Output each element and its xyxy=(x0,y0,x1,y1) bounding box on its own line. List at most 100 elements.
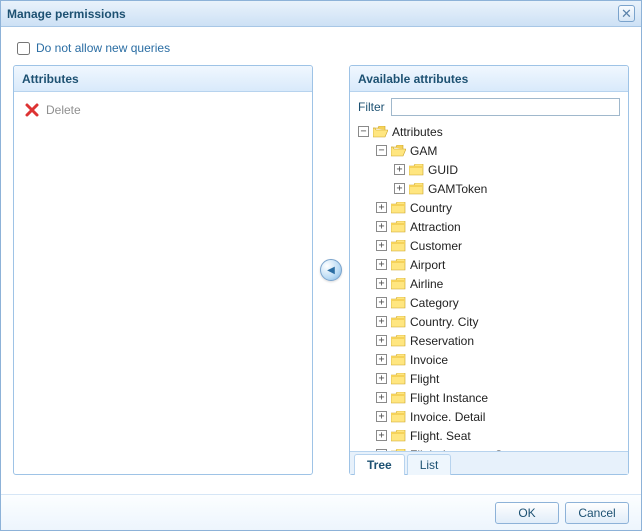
tree-node-label: Flight. Seat xyxy=(410,429,471,443)
titlebar: Manage permissions ✕ xyxy=(1,1,641,27)
expand-icon[interactable]: + xyxy=(376,430,387,441)
columns: Attributes Delete ◀ Available attributes xyxy=(13,65,629,475)
arrow-left-icon: ◀ xyxy=(327,265,335,276)
expand-icon[interactable]: + xyxy=(394,183,405,194)
available-panel: Available attributes Filter −Attributes−… xyxy=(349,65,629,475)
expand-icon[interactable]: + xyxy=(376,259,387,270)
filter-label: Filter xyxy=(358,100,385,114)
available-header: Available attributes xyxy=(350,66,628,92)
folder-closed-icon xyxy=(391,430,406,442)
tree-node-label: Flight Instance xyxy=(410,391,488,405)
folder-closed-icon xyxy=(409,183,424,195)
folder-open-icon xyxy=(391,145,406,157)
delete-label: Delete xyxy=(46,103,81,117)
tab-list[interactable]: List xyxy=(407,454,452,475)
delete-icon xyxy=(24,102,40,118)
folder-closed-icon xyxy=(391,392,406,404)
filter-input[interactable] xyxy=(391,98,620,116)
tree-node-label: Category xyxy=(410,296,459,310)
folder-closed-icon xyxy=(391,202,406,214)
ok-button[interactable]: OK xyxy=(495,502,559,524)
expand-icon[interactable]: + xyxy=(376,373,387,384)
attributes-panel: Attributes Delete xyxy=(13,65,313,475)
expand-icon[interactable]: + xyxy=(376,335,387,346)
collapse-icon[interactable]: − xyxy=(376,145,387,156)
tree-node-label: Flight xyxy=(410,372,439,386)
expand-icon[interactable]: + xyxy=(376,221,387,232)
tree-node-label: GAM xyxy=(410,144,437,158)
tree-node-label: GUID xyxy=(428,163,458,177)
tree-node-label: Reservation xyxy=(410,334,474,348)
tree-node[interactable]: − GAM xyxy=(376,141,620,160)
tree-node[interactable]: + GAMToken xyxy=(394,179,620,198)
tree-node-label: Attributes xyxy=(392,125,443,139)
close-icon: ✕ xyxy=(621,7,632,20)
expand-icon[interactable]: + xyxy=(376,278,387,289)
no-new-queries-checkbox[interactable] xyxy=(17,42,30,55)
dialog-footer: OK Cancel xyxy=(1,494,641,530)
expand-icon[interactable]: + xyxy=(376,240,387,251)
cancel-button[interactable]: Cancel xyxy=(565,502,629,524)
tree-node[interactable]: + Category xyxy=(376,293,620,312)
tree-node-label: Attraction xyxy=(410,220,461,234)
tree-node[interactable]: + Flight Instance xyxy=(376,388,620,407)
dialog: Manage permissions ✕ Do not allow new qu… xyxy=(0,0,642,531)
tree-node[interactable]: + GUID xyxy=(394,160,620,179)
expand-icon[interactable]: + xyxy=(376,392,387,403)
attributes-body: Delete xyxy=(14,92,312,474)
no-new-queries-row[interactable]: Do not allow new queries xyxy=(13,37,629,65)
tree-node-label: Country. City xyxy=(410,315,478,329)
expand-icon[interactable]: + xyxy=(376,411,387,422)
tree-node[interactable]: + Reservation xyxy=(376,331,620,350)
expand-icon[interactable]: + xyxy=(376,354,387,365)
no-new-queries-label: Do not allow new queries xyxy=(36,41,170,55)
collapse-icon[interactable]: − xyxy=(358,126,369,137)
folder-closed-icon xyxy=(391,335,406,347)
tree-node[interactable]: + Country xyxy=(376,198,620,217)
arrow-gap: ◀ xyxy=(313,65,349,475)
attribute-tree[interactable]: −Attributes−GAM+GUID+GAMToken+Country+At… xyxy=(358,122,620,451)
tree-node-label: Country xyxy=(410,201,452,215)
tree-node-label: Airline xyxy=(410,277,443,291)
folder-open-icon xyxy=(373,126,388,138)
expand-icon[interactable]: + xyxy=(376,297,387,308)
tree-node[interactable]: + Invoice. Detail xyxy=(376,407,620,426)
close-button[interactable]: ✕ xyxy=(618,5,635,22)
move-left-button[interactable]: ◀ xyxy=(320,259,342,281)
tree-node[interactable]: + Flight. Seat xyxy=(376,426,620,445)
folder-closed-icon xyxy=(391,316,406,328)
expand-icon[interactable]: + xyxy=(376,316,387,327)
tree-node[interactable]: − Attributes xyxy=(358,122,620,141)
tree-node[interactable]: + Attraction xyxy=(376,217,620,236)
folder-closed-icon xyxy=(391,259,406,271)
folder-closed-icon xyxy=(391,240,406,252)
delete-button[interactable]: Delete xyxy=(22,98,304,122)
filter-row: Filter xyxy=(358,98,620,116)
folder-closed-icon xyxy=(391,297,406,309)
tree-node[interactable]: + Airport xyxy=(376,255,620,274)
dialog-body: Do not allow new queries Attributes Dele… xyxy=(1,27,641,475)
attributes-header: Attributes xyxy=(14,66,312,92)
tree-node[interactable]: + Invoice xyxy=(376,350,620,369)
tree-node-label: Invoice. Detail xyxy=(410,410,485,424)
folder-closed-icon xyxy=(409,164,424,176)
tree-node[interactable]: + Country. City xyxy=(376,312,620,331)
folder-closed-icon xyxy=(391,373,406,385)
folder-closed-icon xyxy=(391,411,406,423)
view-tabs: Tree List xyxy=(350,451,628,474)
expand-icon[interactable]: + xyxy=(394,164,405,175)
expand-icon[interactable]: + xyxy=(376,202,387,213)
tree-node[interactable]: + Airline xyxy=(376,274,620,293)
tree-node-label: Invoice xyxy=(410,353,448,367)
tree-node-label: GAMToken xyxy=(428,182,487,196)
tab-tree[interactable]: Tree xyxy=(354,454,405,475)
dialog-title: Manage permissions xyxy=(7,7,618,21)
folder-closed-icon xyxy=(391,221,406,233)
folder-closed-icon xyxy=(391,354,406,366)
tree-node[interactable]: + Flight xyxy=(376,369,620,388)
available-body: Filter −Attributes−GAM+GUID+GAMToken+Cou… xyxy=(350,92,628,451)
folder-closed-icon xyxy=(391,278,406,290)
tree-node-label: Customer xyxy=(410,239,462,253)
tree-node-label: Airport xyxy=(410,258,445,272)
tree-node[interactable]: + Customer xyxy=(376,236,620,255)
